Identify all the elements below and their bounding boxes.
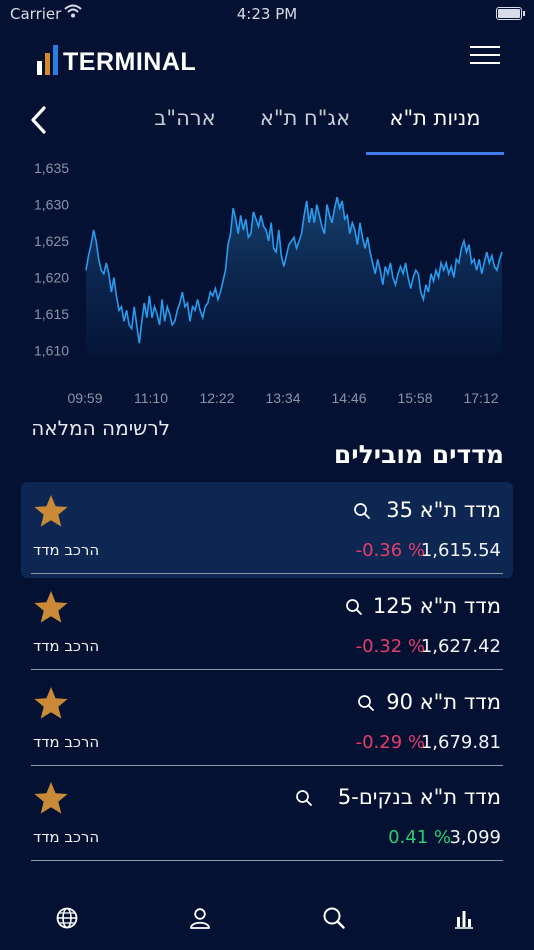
index-value: 1,627.42 — [420, 636, 501, 657]
index-composition-link[interactable]: הרכב מדד — [33, 733, 99, 751]
x-tick-label: 09:59 — [67, 390, 102, 406]
chevron-left-icon[interactable] — [24, 102, 54, 138]
logo-bar — [37, 61, 42, 75]
full-list-link[interactable]: לרשימה המלאה — [31, 416, 170, 440]
tab-ta-stocks[interactable]: מניות ת"א — [366, 106, 504, 130]
y-tick-label: 1,635 — [34, 160, 69, 176]
row-divider — [31, 860, 503, 861]
y-tick-label: 1,615 — [34, 306, 69, 322]
star-favorite-icon[interactable] — [33, 686, 69, 720]
row-divider — [31, 573, 503, 574]
star-favorite-icon[interactable] — [33, 494, 69, 528]
row-divider — [31, 669, 503, 670]
star-favorite-icon[interactable] — [33, 590, 69, 624]
index-row[interactable]: מדד ת"א 125 1,627.42 -0.32 % הרכב מדד — [21, 578, 513, 674]
bar-chart-icon[interactable] — [451, 905, 477, 931]
x-tick-label: 14:46 — [331, 390, 366, 406]
globe-icon[interactable] — [54, 905, 80, 931]
x-tick-label: 15:58 — [397, 390, 432, 406]
index-change: -0.29 % — [355, 732, 425, 753]
star-favorite-icon[interactable] — [33, 781, 69, 815]
app-logo: TERMINAL — [37, 45, 196, 75]
index-composition-link[interactable]: הרכב מדד — [33, 828, 99, 846]
market-tabs: ארה"ב אג"ח ת"א מניות ת"א — [60, 100, 534, 156]
section-title: מדדים מובילים — [333, 440, 504, 469]
y-tick-label: 1,620 — [34, 270, 69, 286]
index-value: 1,679.81 — [420, 732, 501, 753]
search-icon[interactable] — [357, 694, 375, 712]
index-chart: 1,635 1,630 1,625 1,620 1,615 1,610 09:59 11:1… — [34, 160, 503, 406]
index-name: מדד ת"א 90 — [386, 690, 501, 714]
index-name: מדד ת"א 125 — [372, 594, 501, 618]
index-row[interactable]: מדד ת"א בנקים-5 3,099 0.41 % הרכב מדד — [21, 769, 513, 865]
tab-ta-bonds[interactable]: אג"ח ת"א — [240, 106, 370, 130]
x-tick-label: 11:10 — [134, 390, 168, 406]
status-bar: Carrier 4:23 PM — [0, 0, 534, 28]
hamburger-menu-button[interactable] — [470, 44, 502, 66]
row-divider — [31, 765, 503, 766]
search-icon[interactable] — [345, 598, 363, 616]
x-tick-label: 12:22 — [199, 390, 234, 406]
index-value: 3,099 — [449, 827, 501, 848]
logo-bar — [45, 53, 50, 75]
search-icon[interactable] — [295, 789, 313, 807]
clock: 4:23 PM — [236, 5, 298, 23]
index-row[interactable]: מדד ת"א 35 1,615.54 -0.36 % הרכב מדד — [21, 482, 513, 578]
index-change: 0.41 % — [388, 827, 451, 848]
logo-bar — [53, 45, 58, 75]
index-name: מדד ת"א 35 — [386, 498, 501, 522]
search-icon[interactable] — [321, 905, 347, 931]
search-icon[interactable] — [353, 502, 371, 520]
battery-icon — [496, 7, 525, 20]
index-name: מדד ת"א בנקים-5 — [337, 785, 501, 809]
y-tick-label: 1,625 — [34, 233, 69, 249]
index-composition-link[interactable]: הרכב מדד — [33, 637, 99, 655]
index-composition-link[interactable]: הרכב מדד — [33, 541, 99, 559]
index-change: -0.32 % — [355, 636, 425, 657]
y-tick-label: 1,610 — [34, 343, 69, 359]
index-row[interactable]: מדד ת"א 90 1,679.81 -0.29 % הרכב מדד — [21, 674, 513, 770]
index-value: 1,615.54 — [420, 540, 501, 561]
person-icon[interactable] — [187, 905, 213, 931]
tab-us[interactable]: ארה"ב — [120, 106, 250, 130]
bottom-nav — [0, 895, 534, 945]
index-change: -0.36 % — [355, 540, 425, 561]
x-tick-label: 17:12 — [463, 390, 498, 406]
y-tick-label: 1,630 — [34, 197, 69, 213]
x-tick-label: 13:34 — [265, 390, 300, 406]
logo-text: TERMINAL — [63, 48, 197, 76]
